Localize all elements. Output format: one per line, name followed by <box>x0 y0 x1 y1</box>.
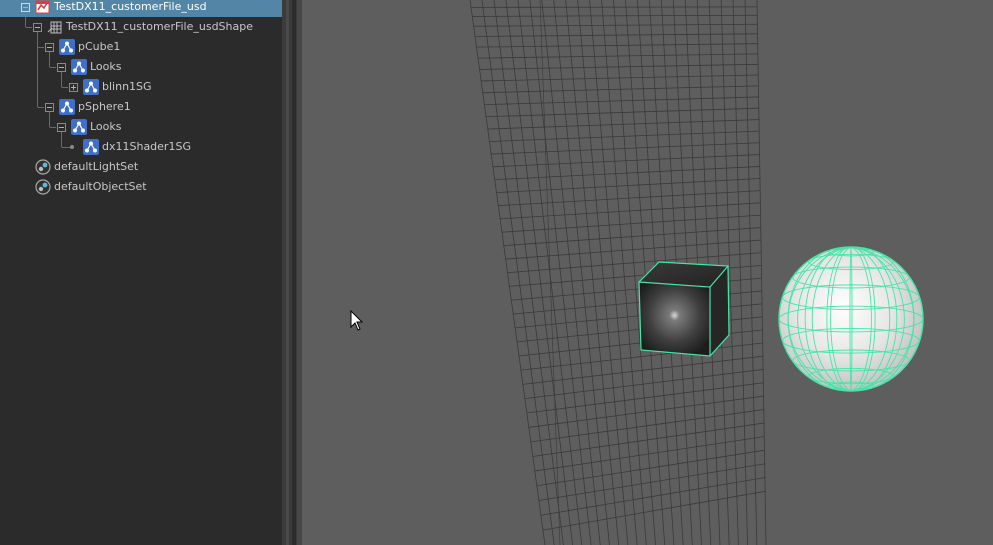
grid-line <box>469 0 546 545</box>
outliner-item-looks[interactable]: Looks <box>0 57 282 77</box>
usd-prim-icon <box>71 59 87 75</box>
outliner-item-looks[interactable]: Looks <box>0 117 282 137</box>
splitter-handle[interactable] <box>292 0 296 545</box>
maya-window: TestDX11_customerFile_usd TestDX11_custo… <box>0 0 993 545</box>
usd-shape-icon <box>47 19 63 35</box>
leaf-node-dot <box>70 145 74 149</box>
outliner-panel: TestDX11_customerFile_usd TestDX11_custo… <box>0 0 282 545</box>
outliner-item-dx11shader1sg[interactable]: dx11Shader1SG <box>0 137 282 157</box>
pcube1-mesh[interactable] <box>638 261 730 357</box>
viewport-3d[interactable] <box>302 0 993 545</box>
outliner-item-usd-proxy[interactable]: TestDX11_customerFile_usd <box>0 0 282 17</box>
splitter-edge <box>286 0 289 545</box>
outliner-item-label: defaultObjectSet <box>54 180 147 193</box>
grid-line <box>744 0 758 545</box>
grid-line <box>471 6 758 8</box>
grid-line <box>565 0 620 545</box>
outliner-item-label: Looks <box>90 120 122 133</box>
collapse-toggle[interactable] <box>45 43 54 52</box>
usd-prim-icon <box>59 99 75 115</box>
grid-line <box>601 0 647 545</box>
collapse-toggle[interactable] <box>21 3 30 12</box>
expand-toggle[interactable] <box>69 83 78 92</box>
outliner-item-label: blinn1SG <box>102 80 152 93</box>
usd-prim-icon <box>83 139 99 155</box>
outliner-item-defaultlightset[interactable]: defaultLightSet <box>0 157 282 177</box>
outliner-item-defaultobjectset[interactable]: defaultObjectSet <box>0 177 282 197</box>
psphere1-mesh[interactable] <box>777 246 925 392</box>
viewport-scene <box>469 0 925 545</box>
usd-prim-icon <box>83 79 99 95</box>
outliner-item-label: pCube1 <box>78 40 121 53</box>
grid-line <box>481 0 555 545</box>
set-icon <box>35 179 51 195</box>
outliner-item-pcube1[interactable]: pCube1 <box>0 37 282 57</box>
panel-splitter[interactable] <box>282 0 302 545</box>
outliner-item-label: defaultLightSet <box>54 160 139 173</box>
grid-line <box>732 0 748 545</box>
outliner-item-psphere1[interactable]: pSphere1 <box>0 97 282 117</box>
collapse-toggle[interactable] <box>57 63 66 72</box>
grid-line <box>589 0 638 545</box>
outliner-item-blinn1sg[interactable]: blinn1SG <box>0 77 282 97</box>
arrow-cursor <box>350 310 364 331</box>
outliner-item-label: pSphere1 <box>78 100 131 113</box>
usd-proxy-icon <box>35 0 51 15</box>
grid-line <box>541 0 601 545</box>
usd-prim-icon <box>71 119 87 135</box>
grid-line <box>493 0 564 545</box>
outliner-item-label: TestDX11_customerFile_usd <box>54 0 207 13</box>
usd-prim-icon <box>59 39 75 55</box>
outliner-item-label: dx11Shader1SG <box>102 140 191 153</box>
outliner-item-label: TestDX11_customerFile_usdShape <box>66 20 253 33</box>
collapse-toggle[interactable] <box>33 23 42 32</box>
outliner-item-usd-shape[interactable]: TestDX11_customerFile_usdShape <box>0 17 282 37</box>
outliner-item-label: Looks <box>90 60 122 73</box>
collapse-toggle[interactable] <box>57 123 66 132</box>
collapse-toggle[interactable] <box>45 103 54 112</box>
set-icon <box>35 159 51 175</box>
grid-line <box>756 0 767 545</box>
